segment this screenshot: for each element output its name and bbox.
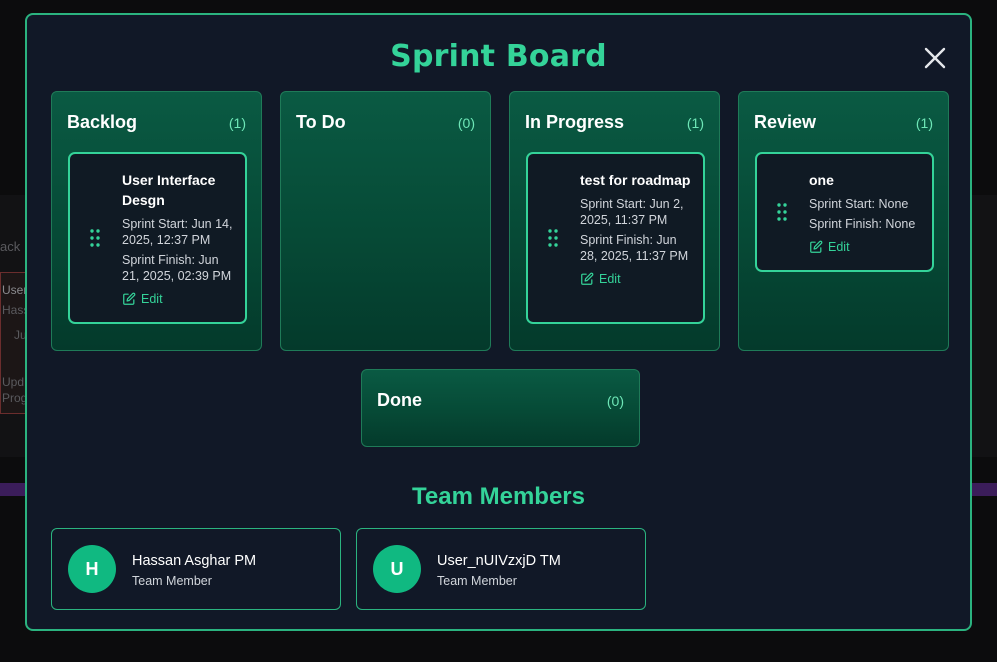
team-member-card: U User_nUIVzxjD TM Team Member — [356, 528, 646, 610]
column-done[interactable]: Done (0) — [361, 369, 640, 447]
sprint-finish: Sprint Finish: Jun 28, 2025, 11:37 PM — [580, 233, 689, 263]
task-card[interactable]: one Sprint Start: None Sprint Finish: No… — [755, 152, 934, 272]
edit-button[interactable]: Edit — [122, 292, 163, 306]
column-title: Backlog — [67, 112, 138, 132]
avatar: U — [373, 545, 421, 593]
team-member-card: H Hassan Asghar PM Team Member — [51, 528, 341, 610]
background-text: Prog — [2, 391, 28, 405]
column-review[interactable]: Review (1) one Sprint Start: None Sprint… — [738, 91, 949, 351]
member-role: Team Member — [132, 574, 212, 588]
edit-icon — [581, 272, 594, 285]
task-title: one — [809, 172, 834, 188]
background-text: ack — [0, 239, 21, 254]
sprint-finish: Sprint Finish: Jun 21, 2025, 02:39 PM — [122, 253, 232, 283]
column-count: (0) — [606, 393, 624, 409]
team-members-title: Team Members — [412, 483, 585, 510]
sprint-start: Sprint Start: None — [809, 197, 909, 211]
modal-title: Sprint Board — [390, 39, 607, 74]
edit-button[interactable]: Edit — [580, 272, 621, 286]
drag-handle-icon[interactable] — [548, 229, 558, 247]
column-title: Review — [754, 112, 817, 132]
edit-button[interactable]: Edit — [809, 240, 850, 254]
member-name: User_nUIVzxjD TM — [437, 553, 561, 569]
task-card[interactable]: User Interface Desgn Sprint Start: Jun 1… — [68, 152, 247, 324]
column-title: To Do — [296, 112, 346, 132]
background-text: Upd — [2, 375, 25, 389]
edit-icon — [810, 240, 823, 253]
edit-icon — [123, 292, 136, 305]
avatar: H — [68, 545, 116, 593]
column-count: (0) — [457, 115, 475, 131]
task-card[interactable]: test for roadmap Sprint Start: Jun 2, 20… — [526, 152, 705, 324]
sprint-board-modal: Sprint Board Backlog (1) User Interface … — [25, 13, 972, 631]
column-title: In Progress — [525, 112, 625, 132]
background-text: User — [2, 283, 28, 297]
drag-handle-icon[interactable] — [90, 229, 100, 247]
close-icon — [924, 47, 946, 69]
column-count: (1) — [915, 115, 933, 131]
column-title: Done — [377, 390, 422, 410]
sprint-start: Sprint Start: Jun 2, 2025, 11:37 PM — [580, 197, 684, 227]
task-title: User Interface Desgn — [122, 172, 216, 208]
sprint-finish: Sprint Finish: None — [809, 217, 916, 231]
close-button[interactable] — [921, 44, 949, 72]
member-role: Team Member — [437, 574, 517, 588]
task-title: test for roadmap — [580, 172, 691, 188]
column-count: (1) — [686, 115, 704, 131]
edit-label: Edit — [141, 292, 163, 306]
sprint-start: Sprint Start: Jun 14, 2025, 12:37 PM — [122, 217, 233, 247]
edit-label: Edit — [599, 272, 621, 286]
column-backlog[interactable]: Backlog (1) User Interface Desgn Sprint … — [51, 91, 262, 351]
drag-handle-icon[interactable] — [777, 203, 787, 221]
column-in-progress[interactable]: In Progress (1) test for roadmap Sprint … — [509, 91, 720, 351]
edit-label: Edit — [828, 240, 850, 254]
member-name: Hassan Asghar PM — [132, 553, 257, 569]
column-to-do[interactable]: To Do (0) — [280, 91, 491, 351]
column-count: (1) — [228, 115, 246, 131]
